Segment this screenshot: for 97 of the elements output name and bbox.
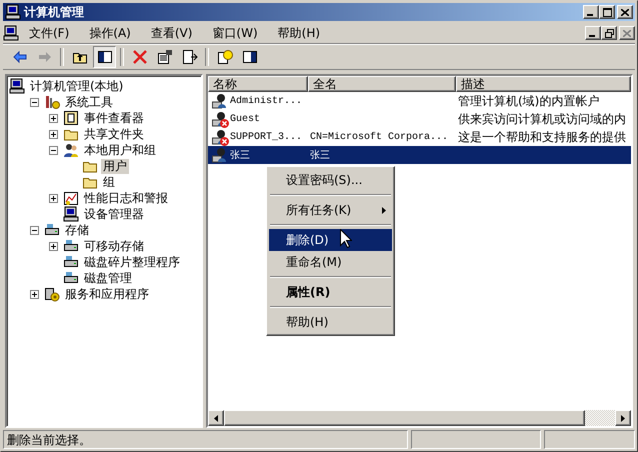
menu-item[interactable]: 查看(V) (140, 22, 202, 44)
user-icon (212, 93, 228, 109)
chart-icon (63, 190, 79, 206)
properties-icon (156, 49, 172, 65)
table-cell-text: CN=Microsoft Corpora... (309, 132, 450, 142)
column-header[interactable]: 描述 (456, 76, 631, 92)
expand-toggle[interactable] (49, 146, 58, 154)
window-title: 计算机管理 (24, 4, 85, 20)
tree-item[interactable]: 用户 (101, 158, 129, 174)
maximize-button[interactable] (599, 5, 615, 19)
tree-item[interactable]: 事件查看器 (82, 110, 146, 126)
tree-item[interactable]: 共享文件夹 (82, 126, 146, 142)
tree-item[interactable]: 磁盘碎片整理程序 (82, 254, 182, 270)
minimize-button[interactable] (583, 5, 599, 19)
menu-item[interactable]: 帮助(H) (269, 311, 392, 333)
table-row[interactable]: 张三 张三 (208, 146, 631, 164)
table-cell-text: 供来宾访问计算机或访问域的内 (457, 110, 627, 128)
delete-icon (132, 49, 148, 65)
plus-icon (51, 244, 56, 248)
app-icon (5, 4, 21, 20)
restore-icon (604, 28, 614, 38)
tree-item[interactable]: 性能日志和警报 (82, 190, 170, 206)
scroll-right-button[interactable] (615, 410, 631, 426)
menu-item[interactable]: 窗口(W) (202, 22, 268, 44)
minus-icon (51, 148, 56, 152)
menu-item[interactable]: 重命名(M) (269, 251, 392, 273)
drive-icon (63, 254, 79, 270)
table-cell-text: 这是一个帮助和支持服务的提供 (457, 128, 627, 146)
forward-arrow-icon (36, 49, 52, 65)
drive-icon (44, 222, 60, 238)
minimize-button[interactable] (585, 26, 601, 40)
export-list-icon (182, 49, 198, 65)
menu-item[interactable]: 设置密码(S)... (269, 169, 392, 191)
table-cell-text: 管理计算机(域)的内置帐户 (457, 92, 600, 110)
tree-item[interactable]: 系统工具 (63, 94, 115, 110)
restore-button[interactable] (601, 26, 617, 40)
document-icon (3, 25, 19, 41)
users-icon (63, 142, 79, 158)
plus-icon (32, 292, 37, 296)
close-icon (621, 8, 629, 16)
close-button[interactable] (617, 5, 633, 19)
menu-item[interactable]: 删除(D) (269, 229, 392, 251)
minus-icon (32, 228, 37, 232)
left-arrow-icon (214, 414, 218, 422)
mouse-cursor-icon (340, 229, 352, 248)
tree-pane-icon (96, 49, 112, 65)
user-icon (212, 147, 228, 163)
table-cell-text: 张三 (229, 148, 251, 162)
expand-toggle[interactable] (49, 130, 58, 138)
plus-icon (51, 196, 56, 200)
minus-icon (32, 100, 37, 104)
expand-toggle[interactable] (30, 98, 39, 106)
action-pane-icon (242, 49, 258, 65)
menu-item[interactable]: 文件(F) (19, 22, 80, 44)
expand-toggle[interactable] (30, 226, 39, 234)
event-log-icon (63, 110, 79, 126)
maximize-icon (602, 8, 612, 16)
drive-icon (63, 270, 79, 286)
table-cell-text: Administr... (229, 96, 304, 106)
close-button[interactable] (619, 26, 635, 40)
tree-item[interactable]: 本地用户和组 (82, 142, 158, 158)
plus-icon (51, 116, 56, 120)
column-header[interactable]: 名称 (208, 76, 308, 92)
expand-toggle[interactable] (49, 242, 58, 250)
right-arrow-icon (621, 414, 625, 422)
menu-item[interactable]: 操作(A) (79, 22, 141, 44)
plus-icon (51, 132, 56, 136)
close-icon (623, 30, 631, 36)
drive-icon (63, 238, 79, 254)
tree-item[interactable]: 组 (101, 174, 117, 190)
toolbox-icon (44, 94, 60, 110)
tree-item[interactable]: 计算机管理(本地) (28, 78, 126, 94)
status-text: 删除当前选择。 (3, 430, 408, 449)
computer-icon (9, 78, 25, 94)
menu-item[interactable]: 属性(R) (269, 281, 392, 303)
toolbar-button[interactable] (93, 46, 116, 68)
table-row[interactable]: Administr... 管理计算机(域)的内置帐户 (208, 92, 631, 110)
help-icon (216, 49, 232, 65)
tree-item[interactable]: 可移动存储 (82, 238, 146, 254)
menu-item[interactable]: 所有任务(K) (269, 199, 392, 221)
back-arrow-icon (12, 49, 28, 65)
menu-item[interactable]: 帮助(H) (268, 22, 330, 44)
table-cell-text: SUPPORT_3... (229, 132, 304, 142)
column-header[interactable]: 全名 (308, 76, 456, 92)
tree-item[interactable]: 服务和应用程序 (63, 286, 151, 302)
tree-item[interactable]: 设备管理器 (82, 206, 146, 222)
expand-toggle[interactable] (30, 290, 39, 298)
scrollbar-thumb[interactable] (224, 410, 585, 426)
expand-toggle[interactable] (49, 194, 58, 202)
table-cell-text: 张三 (309, 148, 331, 162)
scroll-left-button[interactable] (208, 410, 224, 426)
tree-item[interactable]: 存储 (63, 222, 91, 238)
tree-item[interactable]: 磁盘管理 (82, 270, 134, 286)
gear-icon (44, 286, 60, 302)
computer-icon (63, 206, 79, 222)
expand-toggle[interactable] (49, 114, 58, 122)
table-cell-text: Guest (229, 114, 262, 124)
